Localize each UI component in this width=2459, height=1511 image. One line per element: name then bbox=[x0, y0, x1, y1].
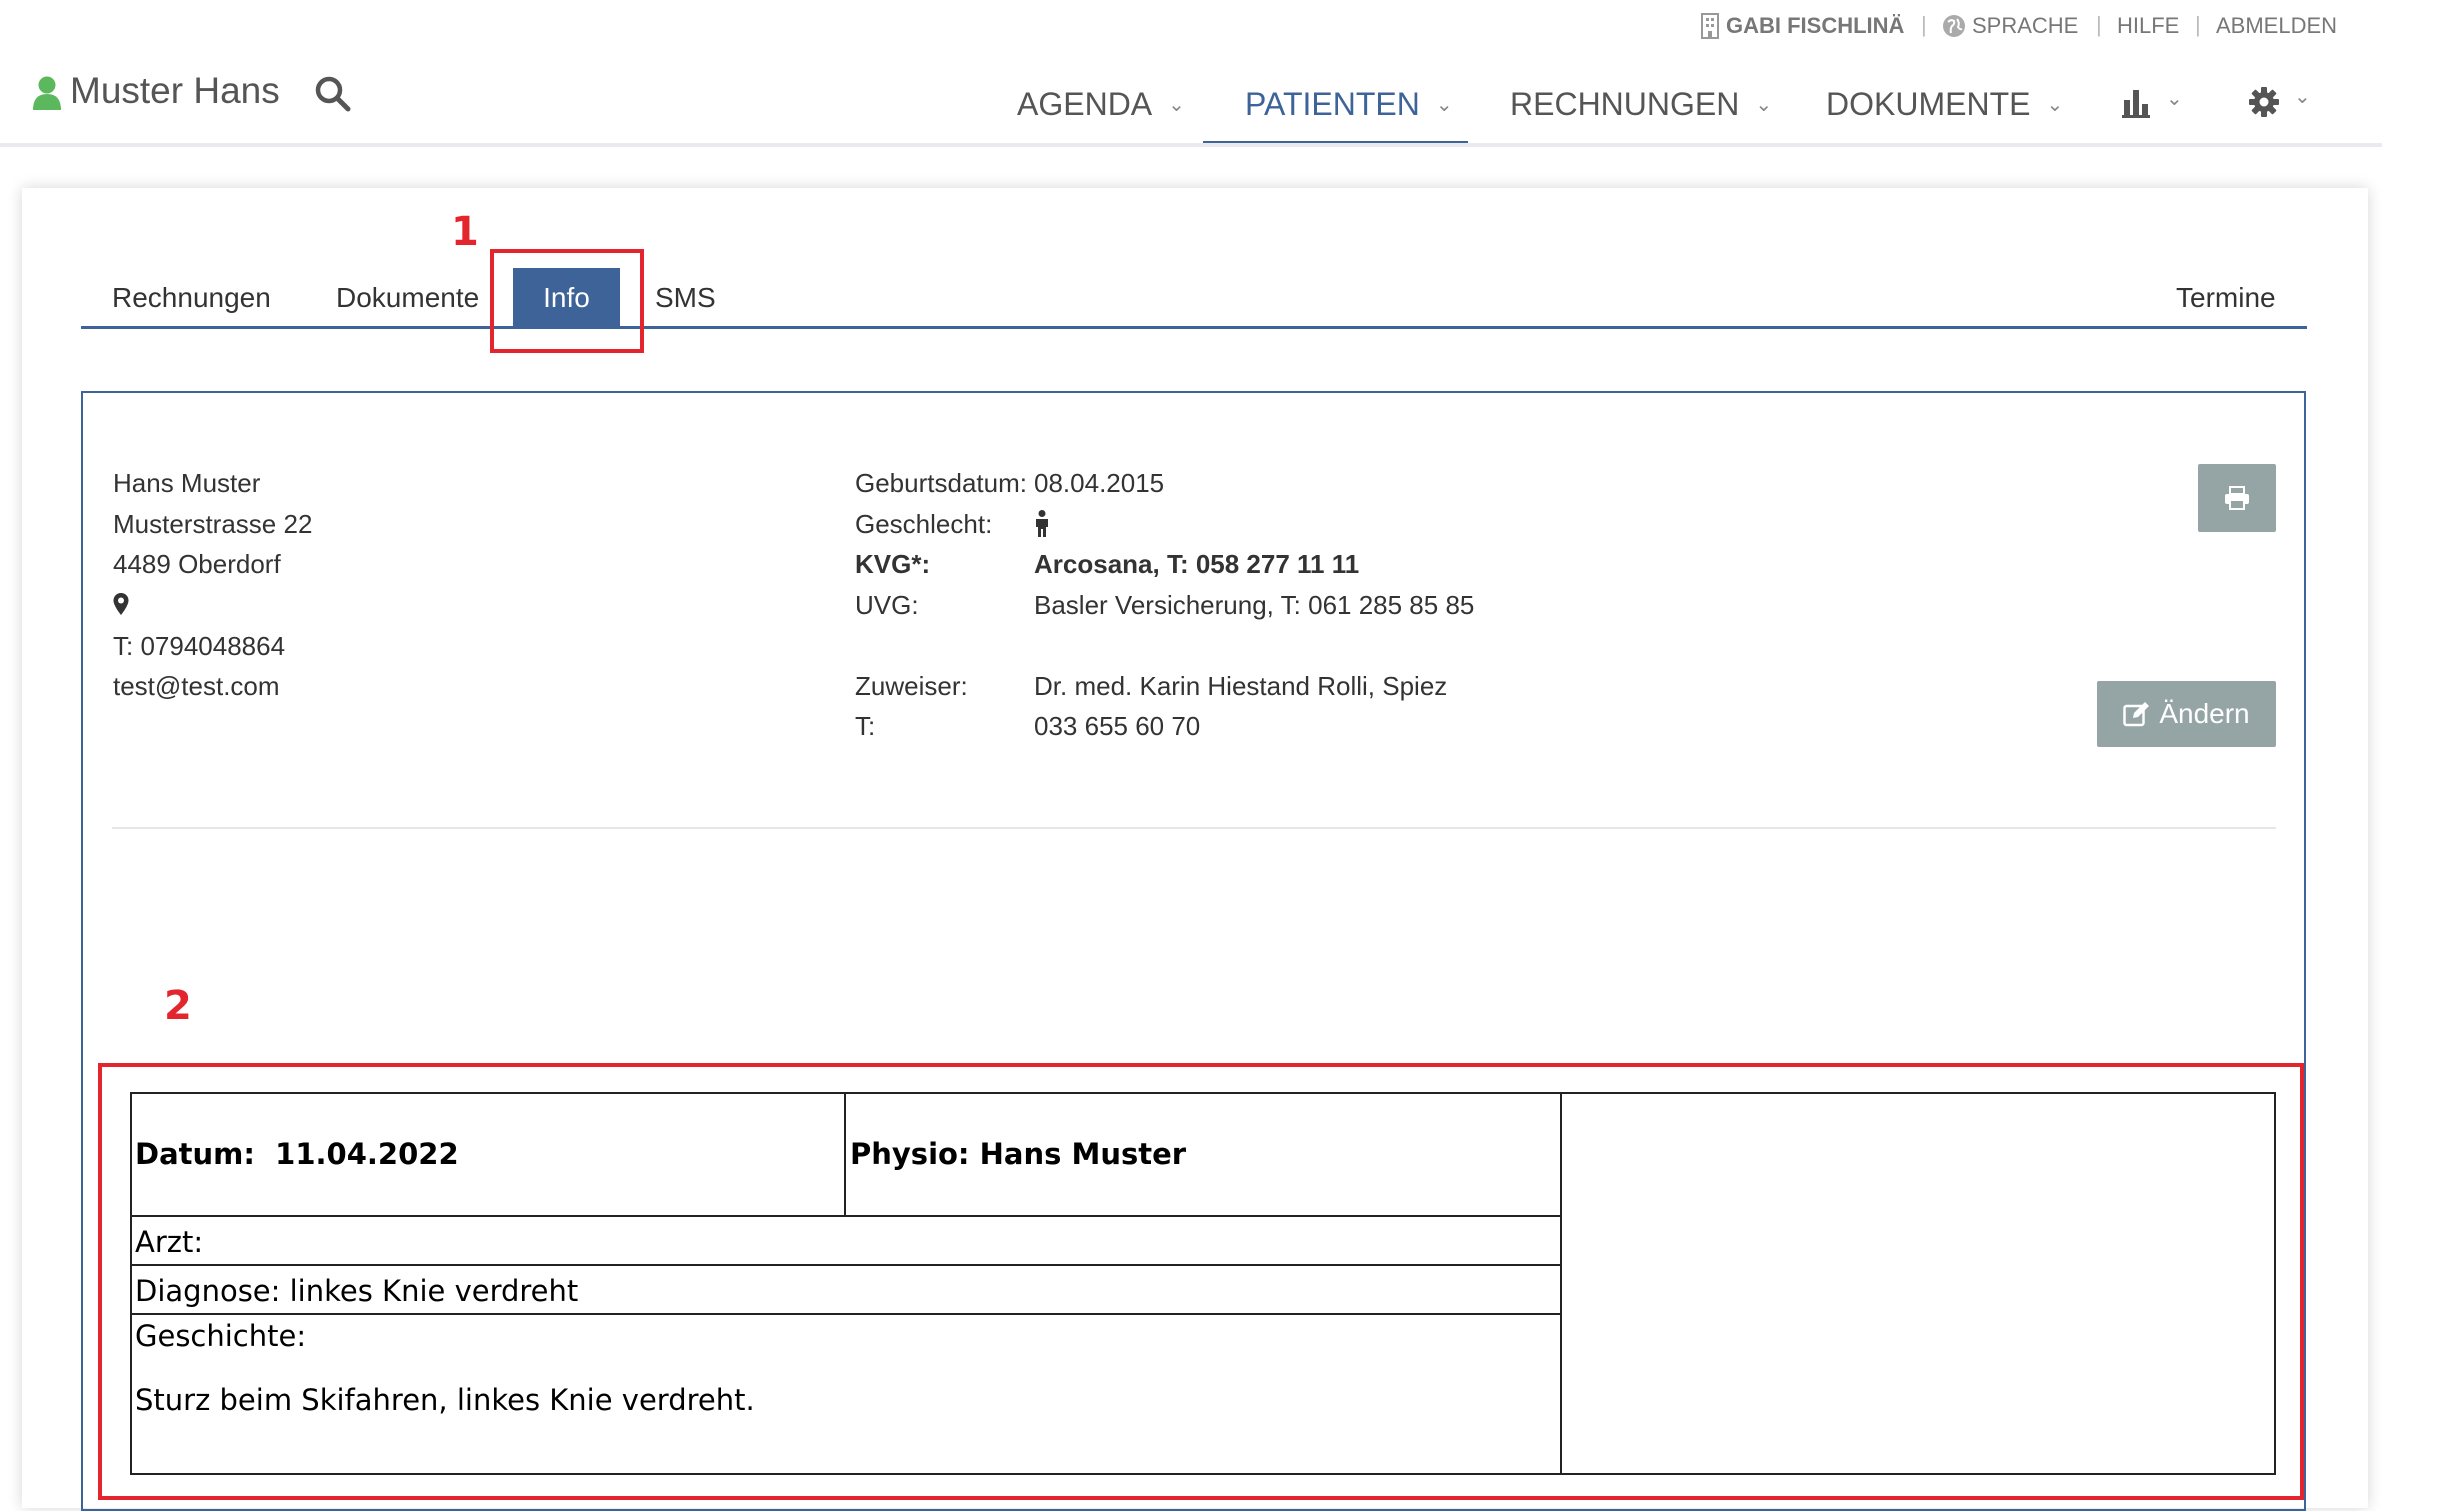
tab-sms[interactable]: SMS bbox=[655, 282, 716, 314]
separator: | bbox=[2195, 12, 2201, 37]
table-divider bbox=[1560, 1092, 1562, 1475]
table-divider bbox=[844, 1092, 846, 1217]
gear-icon bbox=[2249, 87, 2279, 117]
table-divider bbox=[130, 1313, 1561, 1315]
nav-statistics[interactable]: ⌄ bbox=[2122, 88, 2183, 123]
print-button[interactable] bbox=[2198, 464, 2276, 532]
uvg-label: UVG: bbox=[855, 590, 919, 620]
referrer-label: Zuweiser: bbox=[855, 671, 968, 701]
bar-chart-icon bbox=[2122, 90, 2150, 118]
edit-button[interactable]: Ändern bbox=[2097, 681, 2276, 747]
annotation-box-1 bbox=[490, 249, 644, 353]
report-date: Datum: 11.04.2022 bbox=[135, 1137, 459, 1171]
birthdate-value: 08.04.2015 bbox=[1034, 468, 1165, 498]
current-user-name[interactable]: GABI FISCHLINÄ bbox=[1726, 14, 1904, 38]
chevron-down-icon: ⌄ bbox=[1755, 94, 1773, 116]
print-icon bbox=[2225, 486, 2249, 510]
separator: | bbox=[1921, 12, 1927, 37]
chevron-down-icon: ⌄ bbox=[1435, 94, 1453, 116]
referrer-phone-value: 033 655 60 70 bbox=[1034, 711, 1201, 741]
report-history-label: Geschichte: bbox=[135, 1319, 307, 1353]
current-patient-name[interactable]: Muster Hans bbox=[70, 70, 280, 112]
report-diagnosis: Diagnose: linkes Knie verdreht bbox=[135, 1274, 579, 1308]
nav-agenda-label: AGENDA bbox=[1017, 86, 1153, 122]
annotation-marker-2: 2 bbox=[164, 983, 192, 1029]
report-physio: Physio: Hans Muster bbox=[850, 1137, 1187, 1171]
patient-street: Musterstrasse 22 bbox=[113, 509, 313, 539]
annotation-marker-1: 1 bbox=[451, 209, 479, 255]
section-divider bbox=[112, 827, 2276, 829]
nav-patients[interactable]: PATIENTEN ⌄ bbox=[1245, 86, 1453, 123]
report-history-text: Sturz beim Skifahren, linkes Knie verdre… bbox=[135, 1383, 755, 1417]
edit-icon bbox=[2123, 702, 2150, 727]
chevron-down-icon: ⌄ bbox=[1168, 94, 1185, 116]
table-divider bbox=[130, 1215, 1561, 1217]
chevron-down-icon: ⌄ bbox=[2166, 88, 2183, 110]
kvg-value: Arcosana, T: 058 277 11 11 bbox=[1034, 549, 1360, 579]
nav-documents[interactable]: DOKUMENTE ⌄ bbox=[1826, 86, 2063, 123]
nav-invoices[interactable]: RECHNUNGEN ⌄ bbox=[1510, 86, 1772, 123]
edit-button-label: Ändern bbox=[2159, 698, 2250, 729]
kvg-label: KVG*: bbox=[855, 549, 931, 579]
nav-settings[interactable]: ⌄ bbox=[2248, 86, 2311, 123]
birthdate-label: Geburtsdatum: bbox=[855, 468, 1027, 498]
nav-invoices-label: RECHNUNGEN bbox=[1510, 86, 1740, 122]
help-link[interactable]: HILFE bbox=[2117, 14, 2179, 38]
logout-link[interactable]: ABMELDEN bbox=[2216, 14, 2337, 38]
tab-documents[interactable]: Dokumente bbox=[336, 282, 479, 314]
user-icon bbox=[32, 76, 62, 115]
chevron-down-icon: ⌄ bbox=[2294, 86, 2311, 108]
nav-documents-label: DOKUMENTE bbox=[1826, 86, 2031, 122]
header-divider bbox=[0, 143, 2382, 147]
report-date-value: 11.04.2022 bbox=[275, 1137, 459, 1171]
tab-appointments[interactable]: Termine bbox=[2176, 282, 2276, 314]
gender-label: Geschlecht: bbox=[855, 509, 993, 539]
separator: | bbox=[2096, 12, 2102, 37]
patient-phone: T: 0794048864 bbox=[113, 631, 286, 661]
tab-invoices[interactable]: Rechnungen bbox=[112, 282, 271, 314]
referrer-phone-label: T: bbox=[855, 711, 876, 741]
globe-icon bbox=[1942, 14, 1966, 43]
map-marker-icon[interactable] bbox=[113, 593, 129, 620]
referrer-value: Dr. med. Karin Hiestand Rolli, Spiez bbox=[1034, 671, 1448, 701]
search-icon[interactable] bbox=[315, 76, 351, 117]
chevron-down-icon: ⌄ bbox=[2046, 94, 2064, 116]
patient-city: 4489 Oberdorf bbox=[113, 549, 281, 579]
report-doctor: Arzt: bbox=[135, 1225, 204, 1259]
building-icon bbox=[1700, 13, 1720, 44]
uvg-value: Basler Versicherung, T: 061 285 85 85 bbox=[1034, 590, 1475, 620]
patient-full-name: Hans Muster bbox=[113, 468, 261, 498]
report-date-label: Datum: bbox=[135, 1137, 255, 1171]
patient-email[interactable]: test@test.com bbox=[113, 671, 280, 701]
nav-patients-label: PATIENTEN bbox=[1245, 86, 1420, 122]
tabs-divider bbox=[81, 326, 2307, 329]
nav-agenda[interactable]: AGENDA ⌄ bbox=[1017, 86, 1185, 123]
table-divider bbox=[130, 1264, 1561, 1266]
language-link[interactable]: SPRACHE bbox=[1972, 14, 2078, 38]
male-icon bbox=[1034, 510, 1050, 543]
